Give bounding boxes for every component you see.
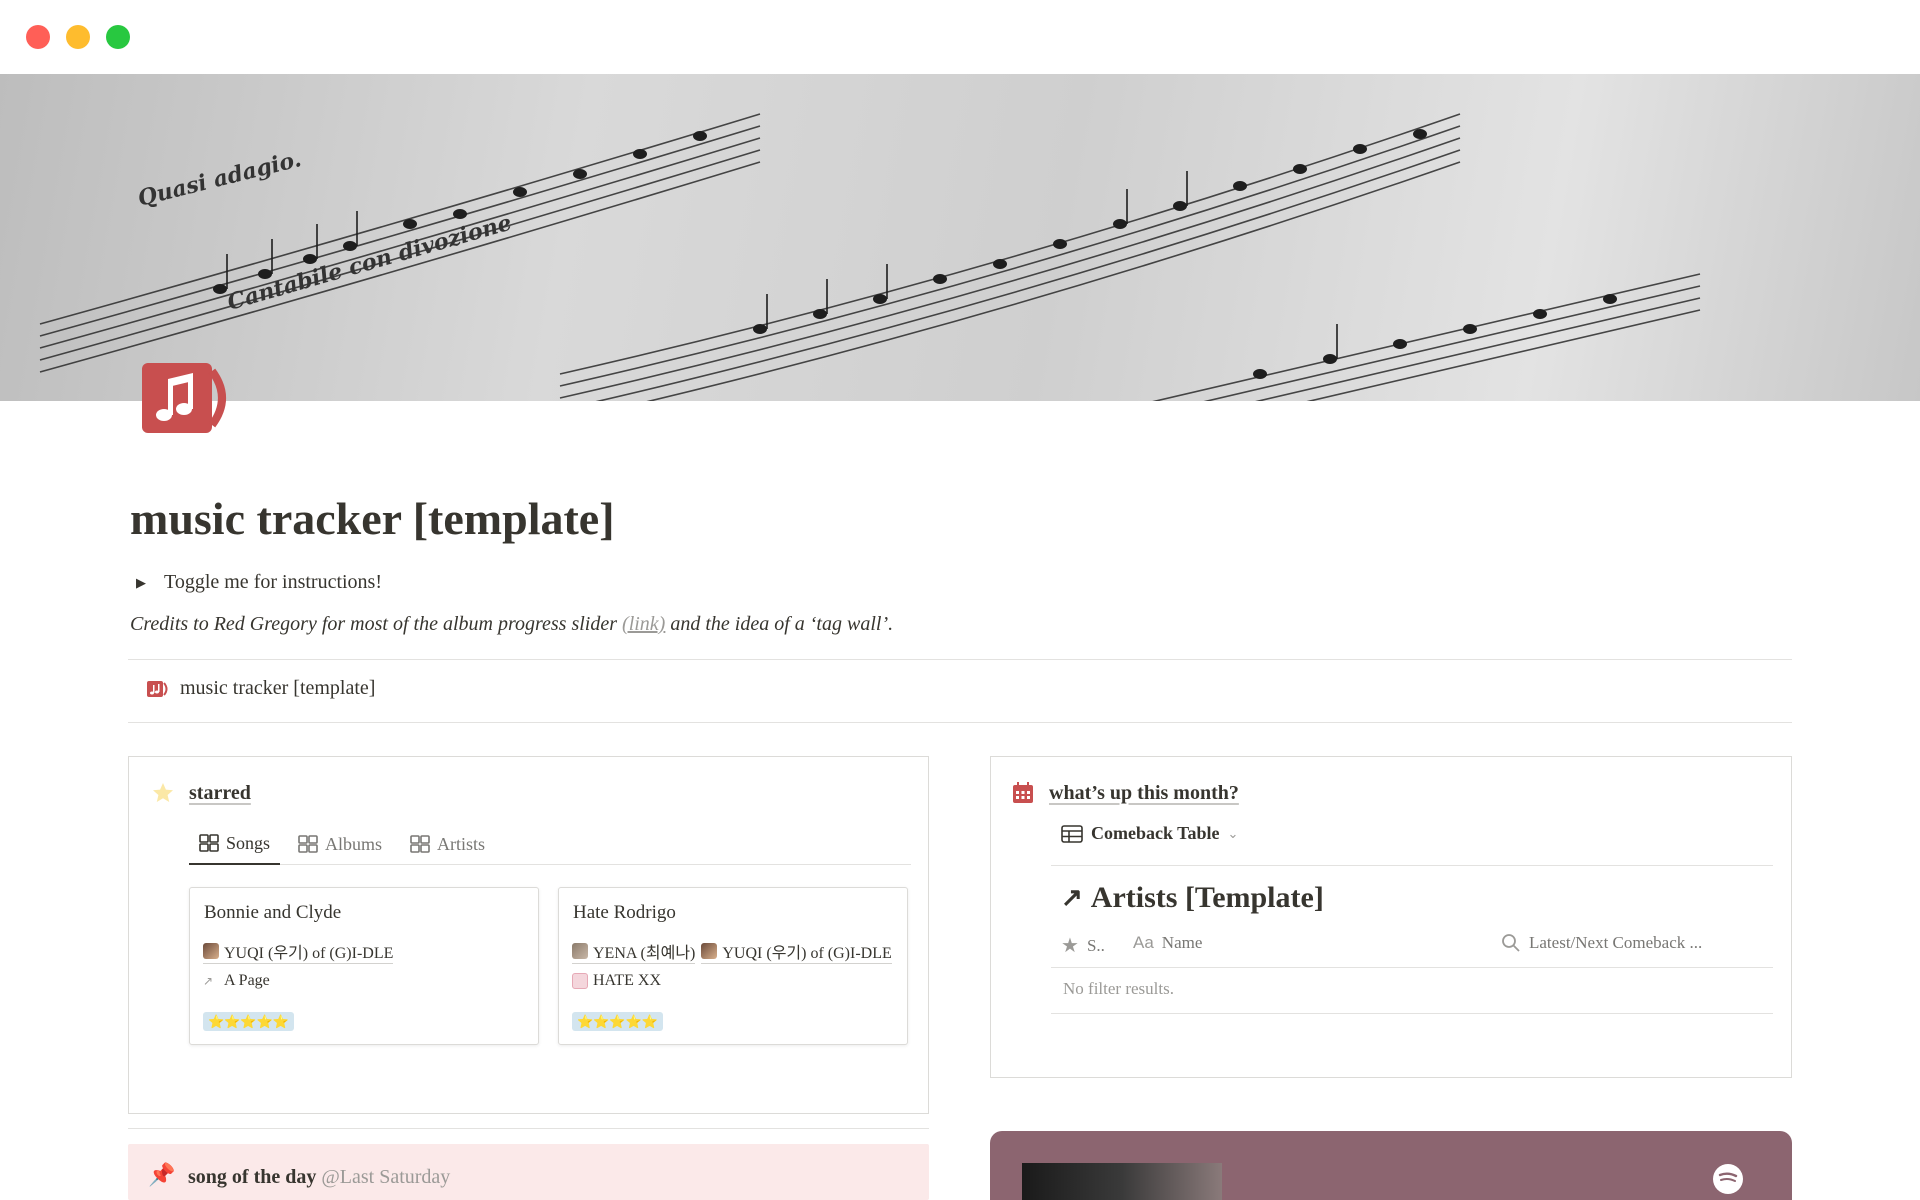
database-name: Artists [Template] bbox=[1090, 881, 1324, 914]
view-selector[interactable]: Comeback Table ⌄ bbox=[1061, 823, 1238, 844]
artist-name: YENA (최예나) bbox=[593, 945, 696, 962]
song-title: Hate Rodrigo bbox=[573, 902, 676, 923]
svg-text:Cantabile con divozione: Cantabile con divozione bbox=[224, 210, 514, 316]
album-artwork bbox=[1022, 1163, 1222, 1200]
artist-row: YUQI (우기) of (G)I-DLE bbox=[203, 939, 394, 964]
this-month-header: what’s up this month? bbox=[1011, 781, 1239, 805]
this-month-title[interactable]: what’s up this month? bbox=[1049, 782, 1239, 805]
column-header-starred[interactable]: ★ S.. bbox=[1061, 933, 1105, 958]
linked-page-music-tracker[interactable]: music tracker [template] bbox=[146, 677, 375, 700]
artist-avatar bbox=[203, 943, 219, 959]
album-row: ↗ A Page bbox=[203, 972, 270, 990]
artist-relation[interactable]: YUQI (우기) of (G)I-DLE bbox=[203, 939, 394, 964]
spotify-embed[interactable] bbox=[990, 1131, 1792, 1200]
page-title[interactable]: music tracker [template] bbox=[130, 492, 615, 545]
calendar-icon bbox=[1013, 782, 1033, 803]
song-card[interactable]: Hate Rodrigo YENA (최예나) YUQI (우기) of (G)… bbox=[558, 887, 908, 1045]
window-titlebar bbox=[0, 0, 1920, 74]
artist-row: YENA (최예나) YUQI (우기) of (G)I-DLE bbox=[572, 939, 892, 964]
music-note-icon bbox=[147, 680, 168, 697]
column-label: Latest/Next Comeback ... bbox=[1529, 933, 1703, 952]
divider bbox=[1051, 967, 1773, 968]
this-month-panel: what’s up this month? Comeback Table ⌄ ↗… bbox=[990, 756, 1792, 1078]
artist-name: YUQI (우기) of (G)I-DLE bbox=[722, 945, 892, 962]
song-of-the-day-heading[interactable]: song of the day @Last Saturday bbox=[188, 1166, 450, 1189]
album-relation[interactable]: ↗ A Page bbox=[203, 972, 270, 990]
search-icon bbox=[1502, 934, 1520, 952]
text-property-icon: Aa bbox=[1133, 933, 1154, 952]
column-header-name[interactable]: Aa Name bbox=[1133, 933, 1202, 953]
artist-name: YUQI (우기) of (G)I-DLE bbox=[224, 945, 394, 962]
tab-artists[interactable]: Artists bbox=[400, 823, 495, 865]
page-cover-image[interactable]: Quasi adagio. Cantabile con divozione bbox=[0, 74, 1920, 401]
divider bbox=[1051, 865, 1773, 866]
song-of-the-day-panel: 📌 song of the day @Last Saturday bbox=[128, 1144, 929, 1200]
page-arrow-icon: ↗ bbox=[203, 973, 214, 988]
divider bbox=[128, 1128, 929, 1129]
tab-songs[interactable]: Songs bbox=[189, 823, 281, 865]
linked-database-title[interactable]: ↗ Artists [Template] bbox=[1061, 881, 1324, 915]
album-name: A Page bbox=[224, 972, 270, 989]
pin-icon: 📌 bbox=[148, 1162, 176, 1187]
starred-header: starred bbox=[151, 781, 251, 805]
starred-panel: starred Songs Albums Artists Bonnie and … bbox=[128, 756, 929, 1114]
rating-tag: ⭐⭐⭐⭐⭐ bbox=[572, 1012, 663, 1031]
starred-title[interactable]: starred bbox=[189, 782, 251, 805]
song-of-day-title: song of the day bbox=[188, 1166, 317, 1188]
song-card[interactable]: Bonnie and Clyde YUQI (우기) of (G)I-DLE ↗… bbox=[189, 887, 539, 1045]
gallery-icon bbox=[199, 834, 219, 852]
minimize-window-button[interactable] bbox=[66, 25, 90, 49]
music-note-page-icon[interactable] bbox=[140, 361, 235, 435]
credits-text: Credits to Red Gregory for most of the a… bbox=[130, 613, 893, 636]
column-label: S.. bbox=[1086, 935, 1105, 955]
linked-page-label: music tracker [template] bbox=[180, 677, 376, 699]
star-icon: ★ bbox=[1061, 935, 1079, 957]
credits-link[interactable]: (link) bbox=[622, 613, 665, 635]
credits-post: and the idea of a ‘tag wall’. bbox=[665, 613, 894, 635]
album-row: HATE XX bbox=[572, 972, 661, 990]
svg-text:Quasi adagio.: Quasi adagio. bbox=[135, 146, 304, 212]
maximize-window-button[interactable] bbox=[106, 25, 130, 49]
credits-pre: Credits to Red Gregory for most of the a… bbox=[130, 613, 623, 635]
tab-label: Songs bbox=[226, 832, 271, 853]
divider bbox=[128, 722, 1792, 723]
artist-relation[interactable]: YENA (최예나) bbox=[572, 939, 696, 964]
toggle-triangle-icon[interactable]: ▶ bbox=[136, 575, 146, 591]
toggle-label: Toggle me for instructions! bbox=[164, 571, 382, 593]
table-icon bbox=[1061, 824, 1083, 843]
rating-tag: ⭐⭐⭐⭐⭐ bbox=[203, 1012, 294, 1031]
song-title: Bonnie and Clyde bbox=[204, 902, 342, 923]
artist-avatar bbox=[701, 943, 718, 959]
link-arrow-icon: ↗ bbox=[1061, 883, 1083, 912]
spotify-logo-icon[interactable] bbox=[1712, 1163, 1744, 1195]
chevron-down-icon: ⌄ bbox=[1227, 825, 1239, 841]
sheet-music-illustration: Quasi adagio. Cantabile con divozione bbox=[39, 113, 1701, 401]
divider bbox=[1051, 1013, 1773, 1014]
album-cover-icon bbox=[572, 973, 588, 989]
empty-state-text: No filter results. bbox=[1063, 979, 1174, 998]
starred-tabs: Songs Albums Artists bbox=[189, 823, 911, 865]
gallery-icon bbox=[410, 835, 430, 853]
close-window-button[interactable] bbox=[26, 25, 50, 49]
album-relation[interactable]: HATE XX bbox=[572, 972, 661, 990]
artist-relation[interactable]: YUQI (우기) of (G)I-DLE bbox=[701, 939, 892, 964]
divider bbox=[128, 659, 1792, 660]
date-mention[interactable]: @Last Saturday bbox=[321, 1166, 450, 1188]
artist-avatar bbox=[572, 943, 588, 959]
view-label: Comeback Table bbox=[1091, 823, 1220, 843]
tab-albums[interactable]: Albums bbox=[288, 823, 392, 865]
column-label: Name bbox=[1161, 933, 1203, 952]
album-name: HATE XX bbox=[593, 972, 661, 989]
star-icon bbox=[153, 783, 173, 802]
instructions-toggle[interactable]: ▶ Toggle me for instructions! bbox=[136, 571, 382, 594]
tab-label: Artists bbox=[437, 833, 486, 854]
column-header-comeback[interactable]: Latest/Next Comeback ... bbox=[1501, 933, 1702, 953]
gallery-icon bbox=[298, 835, 318, 853]
tab-label: Albums bbox=[325, 833, 383, 854]
